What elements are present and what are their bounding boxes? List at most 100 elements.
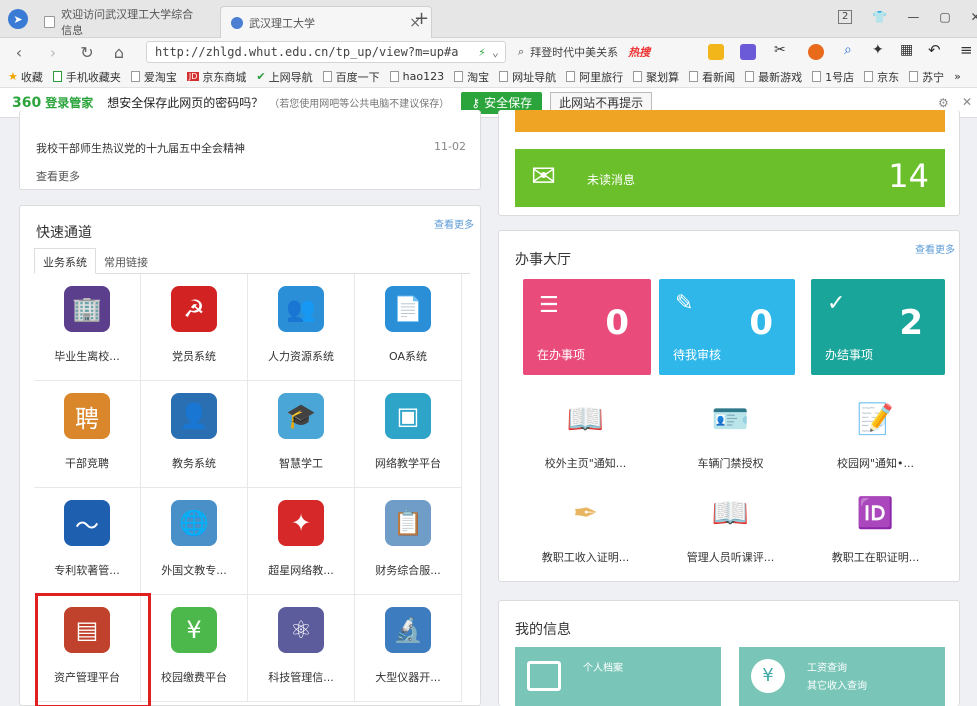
quick-tile[interactable]: ☭ 党员系统	[141, 274, 248, 381]
window-controls: 2 👕 — ▢ ✕	[838, 10, 977, 24]
hall-service-item[interactable]: ✒ 教职工收入证明...	[513, 477, 658, 571]
tab-whut[interactable]: 武汉理工大学 ×	[220, 6, 432, 38]
close-bar-icon[interactable]: ✕	[962, 95, 972, 109]
menu-icon[interactable]: ≡	[960, 41, 973, 59]
quick-tile[interactable]: ⚛ 科技管理信...	[248, 595, 355, 702]
unread-messages-tile[interactable]: ✉ 未读消息 14	[515, 149, 945, 207]
address-toolbar: ‹ › ↻ ⌂ http://zhlgd.whut.edu.cn/tp_up/v…	[0, 38, 977, 66]
shield-icon[interactable]	[708, 44, 724, 60]
bookmarks-overflow[interactable]: »	[954, 70, 961, 83]
teacher-icon: 👤	[171, 393, 217, 439]
quick-tile[interactable]: 📄 OA系统	[355, 274, 462, 381]
graduation-cap-icon: 🎓	[278, 393, 324, 439]
tab-welcome[interactable]: 欢迎访问武汉理工大学综合信息	[34, 6, 212, 38]
translate-icon[interactable]	[740, 44, 756, 60]
url-bar[interactable]: http://zhlgd.whut.edu.cn/tp_up/view?m=up…	[146, 41, 506, 63]
quick-more-link[interactable]: 查看更多	[434, 216, 474, 231]
panel-title: 我的信息	[515, 622, 571, 638]
quick-tile-label: 校园缴费平台	[161, 671, 227, 684]
close-window-button[interactable]: ✕	[971, 10, 977, 24]
personal-file-card[interactable]: 个人档案	[515, 647, 721, 706]
bookmark-item[interactable]: 阿里旅行	[566, 69, 623, 85]
tab-business-systems[interactable]: 业务系统	[34, 248, 96, 274]
settings-gear-icon[interactable]: ⚙	[938, 96, 949, 110]
pending-review-tile[interactable]: ✎ 0 待我审核	[659, 279, 795, 375]
hall-item-label: 教职工收入证明...	[541, 551, 630, 564]
quick-tile[interactable]: 🏢 毕业生离校...	[34, 274, 141, 381]
quick-tile[interactable]: ▣ 网络教学平台	[355, 381, 462, 488]
tab-common-links[interactable]: 常用链接	[96, 248, 156, 273]
bookmark-item[interactable]: 最新游戏	[745, 69, 802, 85]
skin-icon[interactable]: 👕	[872, 10, 887, 24]
page-icon	[130, 71, 140, 82]
extension-icon[interactable]: ✦	[872, 42, 884, 58]
news-more-link[interactable]: 查看更多	[36, 168, 80, 184]
quick-tile[interactable]: ¥ 校园缴费平台	[141, 595, 248, 702]
quick-tile[interactable]: 🎓 智慧学工	[248, 381, 355, 488]
microscope-icon: 🔬	[385, 607, 431, 653]
hall-item-label: 校园网"通知•...	[836, 457, 915, 470]
browser-logo-icon[interactable]: ➤	[8, 9, 28, 29]
bookmark-item[interactable]: 苏宁	[909, 69, 944, 85]
news-panel: 我校干部师生热议党的十九届五中全会精神 11-02 查看更多	[19, 110, 481, 190]
bookmark-item[interactable]: JD 京东商城	[186, 69, 246, 85]
chevron-down-icon[interactable]: ⌄	[492, 45, 499, 59]
quick-tile-label: 大型仪器开...	[375, 671, 441, 684]
home-icon[interactable]: ⌂	[108, 41, 130, 63]
maximize-button[interactable]: ▢	[939, 10, 950, 24]
grid-icon[interactable]: ▦	[900, 42, 913, 58]
completed-tile[interactable]: ✓ 2 办结事项	[811, 279, 945, 375]
list-icon: ☰	[539, 293, 559, 318]
hot-search-label[interactable]: 热搜	[628, 44, 650, 60]
bookmark-item[interactable]: 淘宝	[454, 69, 489, 85]
bookmark-item[interactable]: ✔ 上网导航	[256, 69, 312, 85]
hall-service-item[interactable]: 📖 管理人员听课评...	[658, 477, 803, 571]
bookmark-item[interactable]: 1号店	[812, 69, 854, 85]
forward-icon[interactable]: ›	[42, 41, 64, 63]
undo-icon[interactable]: ↶	[928, 41, 941, 59]
salary-query-card[interactable]: ¥ 工资查询 其它收入查询	[739, 647, 945, 706]
hall-service-item[interactable]: 📖 校外主页"通知...	[513, 383, 658, 477]
book-clock-icon: 📖	[711, 495, 750, 531]
bookmark-item[interactable]: 网址导航	[499, 69, 556, 85]
bookmark-item[interactable]: hao123	[389, 70, 444, 83]
hall-item-label: 车辆门禁授权	[697, 457, 764, 470]
bookmark-favorites[interactable]: ★ 收藏	[8, 69, 43, 85]
hall-more-link[interactable]: 查看更多	[915, 241, 955, 256]
browser-tab-bar: ➤ 欢迎访问武汉理工大学综合信息 武汉理工大学 × + 2 👕 — ▢ ✕	[0, 0, 977, 38]
tab-count-badge[interactable]: 2	[838, 10, 853, 24]
id-card-icon: 🆔	[856, 495, 895, 531]
in-progress-tile[interactable]: ☰ 0 在办事项	[523, 279, 651, 375]
save-password-question: 想安全保存此网页的密码吗？	[107, 96, 264, 110]
search-box[interactable]: ⌕ 拜登时代中美关系 热搜	[518, 41, 686, 63]
scissors-icon[interactable]: ✂	[774, 42, 786, 58]
hall-service-item[interactable]: 🆔 教职工在职证明...	[803, 477, 948, 571]
bookmark-item[interactable]: 聚划算	[633, 69, 679, 85]
bookmark-item[interactable]: 爱淘宝	[130, 69, 177, 85]
bookmark-item[interactable]: 手机收藏夹	[52, 69, 121, 85]
find-icon[interactable]: ⌕	[844, 42, 852, 58]
quick-tile[interactable]: 聘干部竞聘	[34, 381, 141, 488]
hall-service-item[interactable]: 🪪 车辆门禁授权	[658, 383, 803, 477]
minimize-button[interactable]: —	[907, 10, 919, 24]
globe-icon: 🌐	[171, 500, 217, 546]
quick-tile[interactable]: ✦ 超星网络教...	[248, 488, 355, 595]
quick-tile[interactable]: 🔬 大型仪器开...	[355, 595, 462, 702]
quick-tile[interactable]: 〜专利软著管...	[34, 488, 141, 595]
back-icon[interactable]: ‹	[8, 41, 30, 63]
lightning-icon[interactable]: ⚡	[479, 45, 486, 59]
bookmark-item[interactable]: 百度一下	[322, 69, 380, 85]
refresh-icon[interactable]: ↻	[76, 41, 98, 63]
game-icon[interactable]	[808, 44, 824, 60]
star-icon: ★	[8, 70, 18, 83]
quick-tile[interactable]: 👥 人力资源系统	[248, 274, 355, 381]
news-item-title: 我校干部师生热议党的十九届五中全会精神	[36, 142, 245, 155]
new-tab-button[interactable]: +	[414, 8, 429, 29]
hall-service-item[interactable]: 📝 校园网"通知•...	[803, 383, 948, 477]
bookmark-item[interactable]: 看新闻	[689, 69, 735, 85]
quick-tile[interactable]: 👤 教务系统	[141, 381, 248, 488]
news-item[interactable]: 我校干部师生热议党的十九届五中全会精神 11-02	[36, 140, 466, 156]
quick-tile[interactable]: 🌐 外国文教专...	[141, 488, 248, 595]
quick-tile[interactable]: 📋 财务综合服...	[355, 488, 462, 595]
bookmark-item[interactable]: 京东	[864, 69, 899, 85]
